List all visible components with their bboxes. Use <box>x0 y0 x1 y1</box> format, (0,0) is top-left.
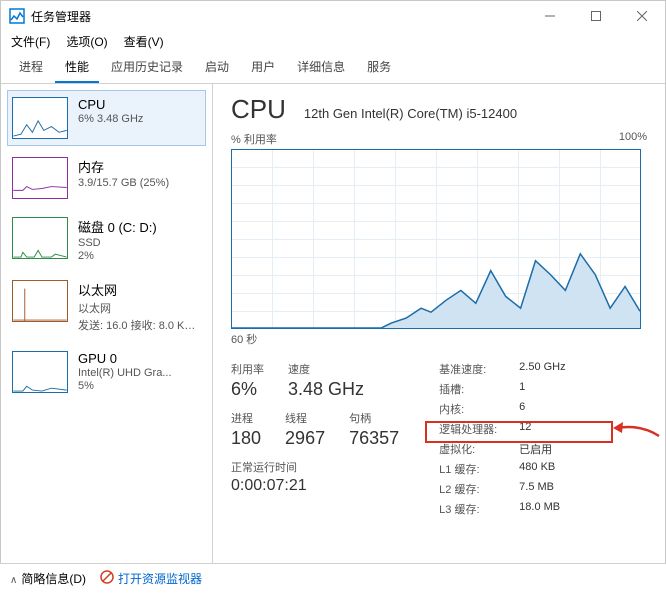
l3-value: 18.0 MB <box>519 501 560 517</box>
sidebar-disk-sub1: SSD <box>78 237 157 249</box>
minimize-button[interactable] <box>527 1 573 31</box>
l1-label: L1 缓存: <box>439 461 511 477</box>
uptime-label: 正常运行时间 <box>231 459 399 475</box>
open-resmon-link[interactable]: 打开资源监视器 <box>100 570 202 587</box>
sidebar-eth-title: 以太网 <box>78 280 201 299</box>
sockets-value: 1 <box>519 381 525 397</box>
chart-label: % 利用率 <box>231 131 277 147</box>
sidebar-gpu-sub1: Intel(R) UHD Gra... <box>78 367 172 379</box>
maximize-button[interactable] <box>573 1 619 31</box>
menu-options[interactable]: 选项(O) <box>66 33 107 50</box>
base-label: 基准速度: <box>439 361 511 377</box>
threads-value: 2967 <box>285 428 325 449</box>
fewer-details-label: 简略信息(D) <box>21 572 86 586</box>
sidebar-item-cpu[interactable]: CPU 6% 3.48 GHz <box>7 90 206 146</box>
handles-label: 句柄 <box>349 410 399 426</box>
tab-app-history[interactable]: 应用历史记录 <box>101 54 193 83</box>
tab-users[interactable]: 用户 <box>241 54 285 83</box>
mem-thumb <box>12 157 68 199</box>
speed-value: 3.48 GHz <box>288 379 364 400</box>
footer: ∧ 简略信息(D) 打开资源监视器 <box>0 563 666 593</box>
window-controls <box>527 1 665 31</box>
sidebar-eth-sub2: 发送: 16.0 接收: 8.0 Kbps <box>78 317 201 333</box>
proc-value: 180 <box>231 428 261 449</box>
main-title: CPU <box>231 94 286 125</box>
sidebar-item-memory[interactable]: 内存 3.9/15.7 GB (25%) <box>7 150 206 206</box>
menu-view[interactable]: 查看(V) <box>124 33 164 50</box>
tab-strip: 进程 性能 应用历史记录 启动 用户 详细信息 服务 <box>1 54 665 84</box>
taskmgr-icon <box>9 8 25 24</box>
close-button[interactable] <box>619 1 665 31</box>
cores-label: 内核: <box>439 401 511 417</box>
lp-value: 12 <box>519 421 531 437</box>
proc-label: 进程 <box>231 410 261 426</box>
l2-value: 7.5 MB <box>519 481 554 497</box>
tab-details[interactable]: 详细信息 <box>287 54 355 83</box>
tab-services[interactable]: 服务 <box>357 54 401 83</box>
sidebar-item-gpu0[interactable]: GPU 0 Intel(R) UHD Gra... 5% <box>7 344 206 400</box>
util-value: 6% <box>231 379 264 400</box>
virt-label: 虚拟化: <box>439 441 511 457</box>
gpu-thumb <box>12 351 68 393</box>
l1-value: 480 KB <box>519 461 555 477</box>
l3-label: L3 缓存: <box>439 501 511 517</box>
tab-processes[interactable]: 进程 <box>9 54 53 83</box>
util-label: 利用率 <box>231 361 264 377</box>
sidebar-gpu-sub2: 5% <box>78 380 172 392</box>
cpu-model: 12th Gen Intel(R) Core(TM) i5-12400 <box>304 106 517 121</box>
window-title: 任务管理器 <box>31 8 527 25</box>
chart-max: 100% <box>619 131 647 147</box>
sidebar-gpu-title: GPU 0 <box>78 351 172 366</box>
chart-time-axis: 60 秒 <box>231 331 647 347</box>
resmon-icon <box>100 570 114 587</box>
base-value: 2.50 GHz <box>519 361 565 377</box>
fewer-details-button[interactable]: ∧ 简略信息(D) <box>10 570 86 587</box>
speed-label: 速度 <box>288 361 364 377</box>
sidebar-mem-title: 内存 <box>78 157 169 176</box>
eth-thumb <box>12 280 68 322</box>
specs-list: 基准速度: 2.50 GHz 插槽: 1 内核: 6 逻辑处理器: 12 虚拟化: 已启用… <box>439 361 565 517</box>
sidebar-cpu-title: CPU <box>78 97 143 112</box>
l2-label: L2 缓存: <box>439 481 511 497</box>
content: CPU 6% 3.48 GHz 内存 3.9/15.7 GB (25%) 磁盘 … <box>1 84 665 565</box>
sidebar-disk-sub2: 2% <box>78 250 157 262</box>
lp-label: 逻辑处理器: <box>439 421 511 437</box>
resmon-label: 打开资源监视器 <box>118 570 202 587</box>
disk-thumb <box>12 217 68 259</box>
tab-performance[interactable]: 性能 <box>55 54 99 83</box>
sidebar-eth-sub1: 以太网 <box>78 300 201 316</box>
sidebar-cpu-sub: 6% 3.48 GHz <box>78 113 143 125</box>
virt-value: 已启用 <box>519 441 552 457</box>
sidebar-mem-sub: 3.9/15.7 GB (25%) <box>78 177 169 189</box>
main-panel: CPU 12th Gen Intel(R) Core(TM) i5-12400 … <box>213 84 665 565</box>
menu-file[interactable]: 文件(F) <box>11 33 50 50</box>
sockets-label: 插槽: <box>439 381 511 397</box>
sidebar: CPU 6% 3.48 GHz 内存 3.9/15.7 GB (25%) 磁盘 … <box>1 84 213 565</box>
sidebar-disk-title: 磁盘 0 (C: D:) <box>78 217 157 236</box>
threads-label: 线程 <box>285 410 325 426</box>
cpu-thumb <box>12 97 68 139</box>
titlebar: 任务管理器 <box>1 1 665 31</box>
sidebar-item-ethernet[interactable]: 以太网 以太网 发送: 16.0 接收: 8.0 Kbps <box>7 273 206 340</box>
cpu-chart[interactable] <box>231 149 641 329</box>
tab-startup[interactable]: 启动 <box>195 54 239 83</box>
uptime-value: 0:00:07:21 <box>231 477 399 495</box>
handles-value: 76357 <box>349 428 399 449</box>
sidebar-item-disk0[interactable]: 磁盘 0 (C: D:) SSD 2% <box>7 210 206 269</box>
menubar: 文件(F) 选项(O) 查看(V) <box>1 31 665 54</box>
cores-value: 6 <box>519 401 525 417</box>
chevron-up-icon: ∧ <box>10 575 17 586</box>
